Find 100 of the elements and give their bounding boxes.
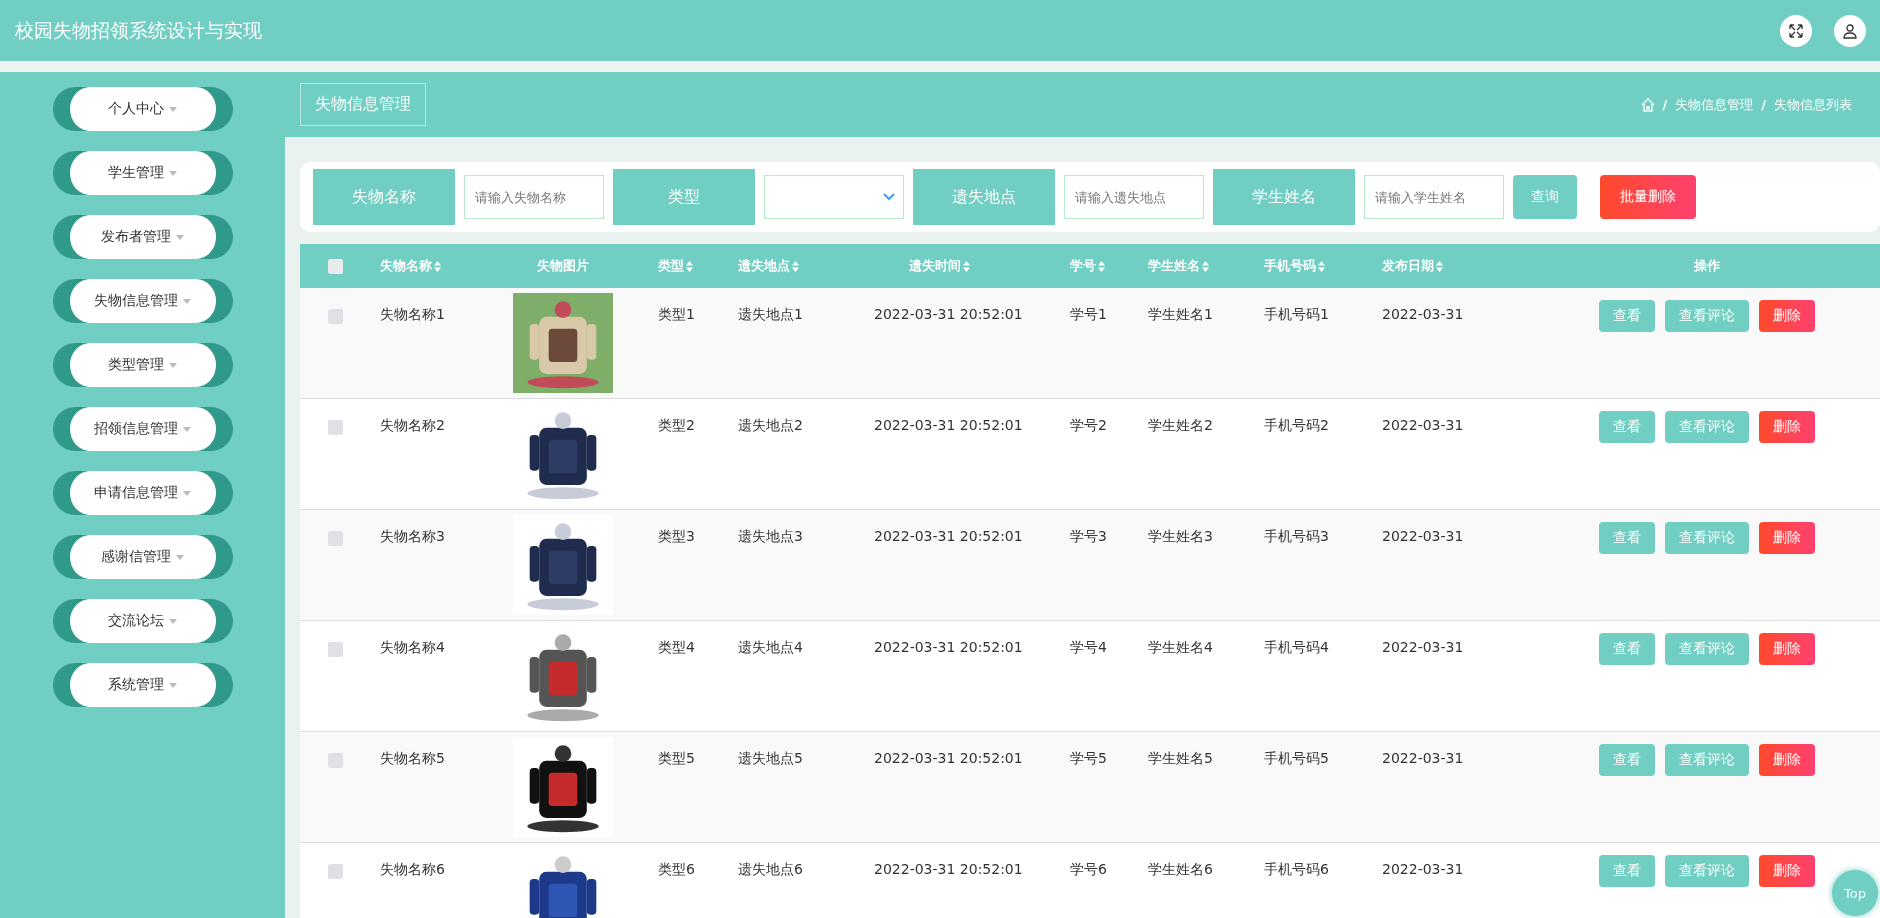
table-cell: 遗失地点1 [738, 306, 803, 324]
view-button[interactable]: 查看 [1599, 855, 1655, 887]
search-button[interactable]: 查询 [1513, 175, 1577, 219]
view-comments-button[interactable]: 查看评论 [1665, 411, 1749, 443]
table-cell: 2022-03-31 20:52:01 [874, 306, 1023, 322]
table-cell: 2022-03-31 20:52:01 [874, 417, 1023, 433]
table-cell: 学号5 [1070, 750, 1107, 768]
table-cell: 手机号码4 [1264, 639, 1329, 657]
view-comments-button[interactable]: 查看评论 [1665, 522, 1749, 554]
menu-item[interactable]: 发布者管理 [52, 215, 233, 259]
menu-item[interactable]: 感谢信管理 [52, 535, 233, 579]
fullscreen-button[interactable] [1780, 14, 1812, 47]
menu-item[interactable]: 系统管理 [52, 663, 233, 707]
table-cell: 失物名称2 [380, 417, 445, 435]
table-cell: 2022-03-31 20:52:01 [874, 750, 1023, 766]
table-cell: 2022-03-31 20:52:01 [874, 861, 1023, 877]
table-cell: 类型1 [658, 306, 695, 324]
view-button[interactable]: 查看 [1599, 744, 1655, 776]
view-comments-button[interactable]: 查看评论 [1665, 744, 1749, 776]
caret-icon [169, 106, 177, 112]
search-field[interactable]: 请输入学生姓名 [1364, 175, 1504, 219]
view-button[interactable]: 查看 [1599, 522, 1655, 554]
column-header[interactable]: 类型 [658, 257, 684, 275]
row-checkbox[interactable] [327, 753, 343, 768]
menu-item[interactable]: 交流论坛 [52, 599, 233, 643]
view-button[interactable]: 查看 [1599, 300, 1655, 332]
column-header[interactable]: 学号 [1070, 257, 1096, 275]
view-comments-button[interactable]: 查看评论 [1665, 633, 1749, 665]
delete-button[interactable]: 删除 [1759, 300, 1815, 332]
field-label: 失物名称 [313, 169, 455, 225]
table-cell: 2022-03-31 [1382, 528, 1464, 544]
delete-button[interactable]: 删除 [1759, 411, 1815, 443]
table-cell: 学号4 [1070, 639, 1107, 657]
batch-delete-button[interactable]: 批量删除 [1600, 175, 1696, 219]
table-cell: 2022-03-31 [1382, 306, 1464, 322]
table-cell: 失物名称1 [380, 306, 445, 324]
column-header[interactable]: 发布日期 [1382, 257, 1434, 275]
table-cell: 学生姓名6 [1148, 861, 1213, 879]
row-checkbox[interactable] [327, 309, 343, 324]
table-cell: 类型2 [658, 417, 695, 435]
row-checkbox[interactable] [327, 642, 343, 657]
breadcrumb-separator: / [1760, 97, 1767, 112]
column-header[interactable]: 操作 [1694, 257, 1720, 275]
breadcrumb-separator: / [1661, 97, 1669, 112]
table-cell: 失物名称4 [380, 639, 445, 657]
table-cell: 失物名称3 [380, 528, 445, 546]
menu-item[interactable]: 个人中心 [52, 87, 233, 131]
table-cell: 2022-03-31 20:52:01 [874, 639, 1023, 655]
breadcrumb-item[interactable]: 失物信息列表 [1774, 95, 1852, 114]
breadcrumb-item[interactable]: 失物信息管理 [1675, 95, 1754, 114]
caret-icon [183, 298, 191, 304]
column-header[interactable]: 失物名称 [380, 257, 432, 275]
caret-icon [176, 554, 184, 560]
select-all-checkbox[interactable] [327, 258, 343, 274]
caret-icon [169, 170, 177, 176]
column-header[interactable]: 手机号码 [1264, 257, 1316, 275]
type-dropdown[interactable] [764, 175, 904, 219]
table-cell: 2022-03-31 [1382, 750, 1464, 766]
menu-item[interactable]: 招领信息管理 [52, 407, 233, 451]
column-header[interactable]: 失物图片 [536, 257, 589, 275]
user-button[interactable] [1834, 14, 1866, 47]
row-checkbox[interactable] [327, 864, 343, 879]
row-checkbox[interactable] [327, 531, 343, 546]
row-checkbox[interactable] [327, 420, 343, 435]
table-cell: 类型4 [658, 639, 695, 657]
column-header[interactable]: 学生姓名 [1148, 257, 1200, 275]
search-field[interactable]: 请输入失物名称 [464, 175, 604, 219]
table-cell: 学号3 [1070, 528, 1107, 546]
app-title: 校园失物招领系统设计与实现 [15, 17, 262, 43]
delete-button[interactable]: 删除 [1759, 855, 1815, 887]
table-cell: 手机号码5 [1264, 750, 1329, 768]
table-cell: 失物名称6 [380, 861, 445, 879]
view-button[interactable]: 查看 [1599, 633, 1655, 665]
table-cell: 遗失地点2 [738, 417, 803, 435]
user-icon [1842, 22, 1858, 39]
view-button[interactable]: 查看 [1599, 411, 1655, 443]
table-cell: 类型5 [658, 750, 695, 768]
table-cell: 学生姓名3 [1148, 528, 1213, 546]
table-cell: 2022-03-31 [1382, 639, 1464, 655]
search-field[interactable]: 请输入遗失地点 [1064, 175, 1204, 219]
caret-icon [183, 490, 191, 496]
expand-icon [1788, 22, 1804, 39]
menu-item[interactable]: 学生管理 [52, 151, 233, 195]
table-cell: 学生姓名1 [1148, 306, 1213, 324]
column-header[interactable]: 遗失时间 [909, 257, 961, 275]
table-cell: 类型6 [658, 861, 695, 879]
menu-item[interactable]: 类型管理 [52, 343, 233, 387]
column-header[interactable]: 遗失地点 [738, 257, 790, 275]
caret-icon [169, 618, 177, 624]
view-comments-button[interactable]: 查看评论 [1665, 300, 1749, 332]
view-comments-button[interactable]: 查看评论 [1665, 855, 1749, 887]
table-cell: 2022-03-31 20:52:01 [874, 528, 1023, 544]
menu-item[interactable]: 申请信息管理 [52, 471, 233, 515]
delete-button[interactable]: 删除 [1759, 522, 1815, 554]
field-label: 学生姓名 [1213, 169, 1355, 225]
table-cell: 学号1 [1070, 306, 1107, 324]
delete-button[interactable]: 删除 [1759, 744, 1815, 776]
delete-button[interactable]: 删除 [1759, 633, 1815, 665]
home-icon [1640, 97, 1655, 112]
menu-item[interactable]: 失物信息管理 [52, 279, 233, 323]
